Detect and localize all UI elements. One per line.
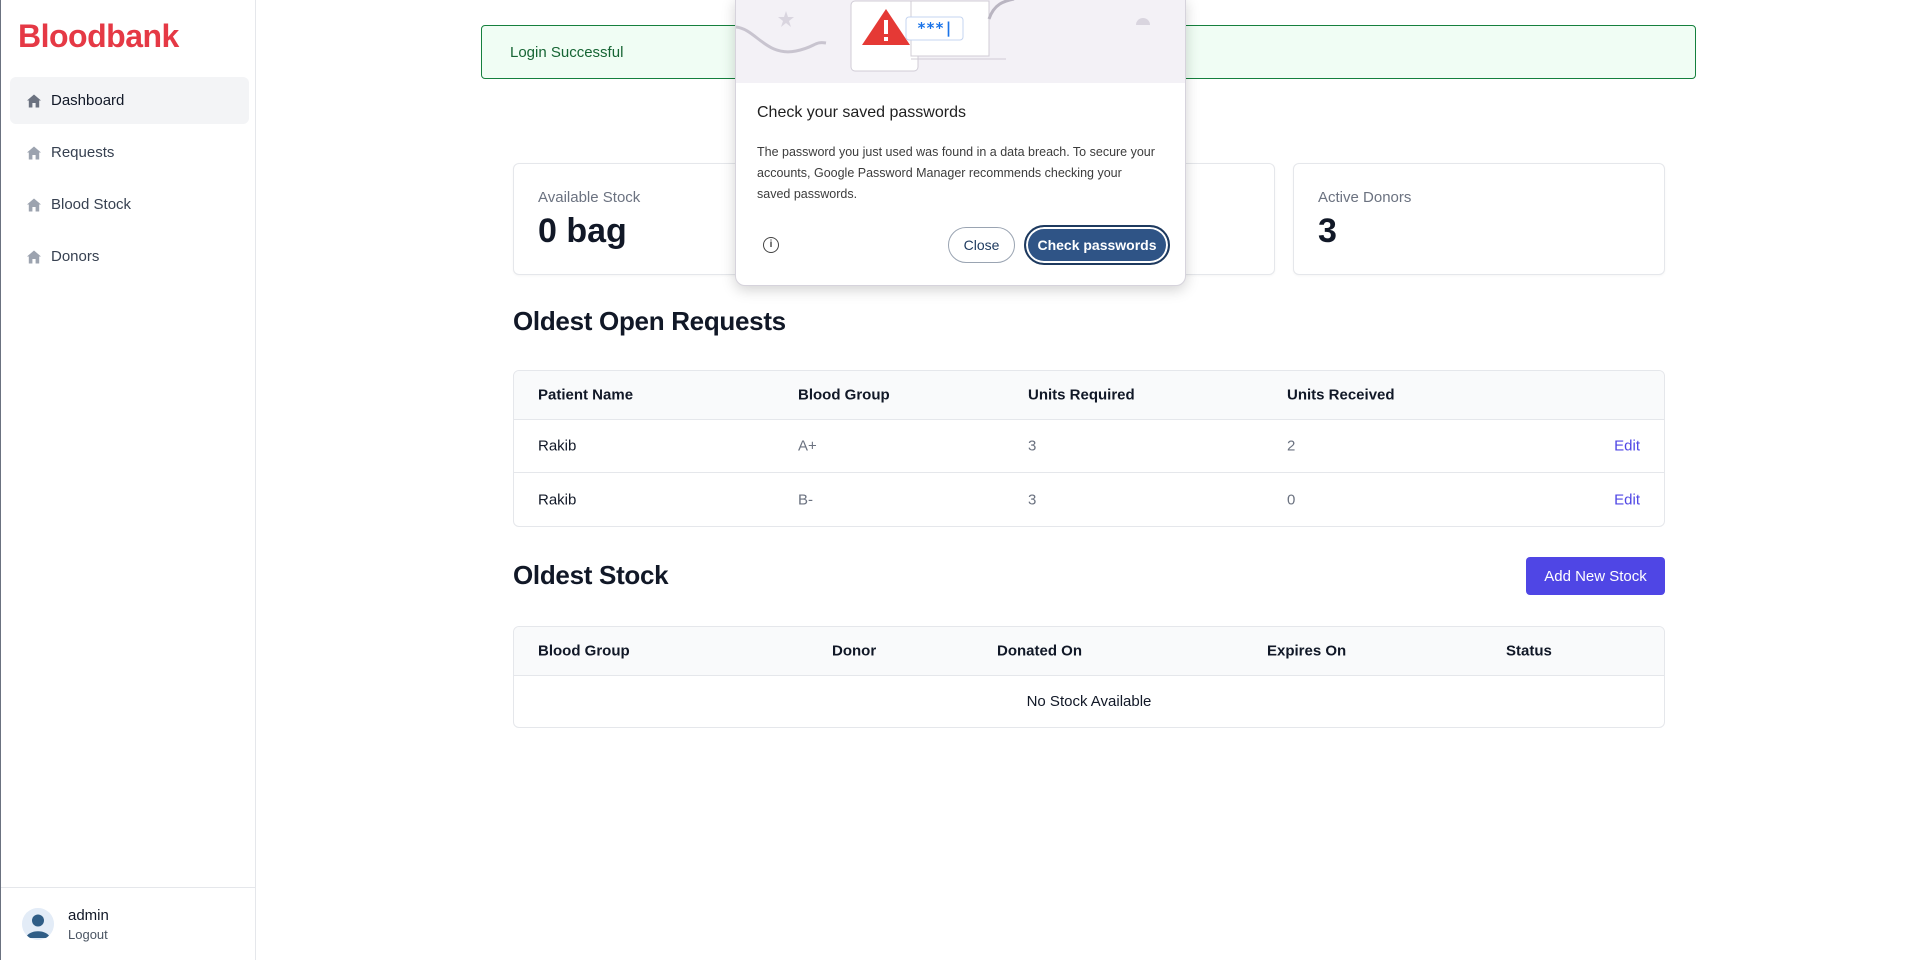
table-header: Blood Group Donor Donated On Expires On …: [514, 627, 1664, 676]
sidebar-nav: Dashboard Requests Blood Stock Donors: [10, 77, 249, 285]
column-header: Donated On: [997, 642, 1082, 660]
sidebar: Bloodbank Dashboard Requests Blood Stock…: [0, 0, 256, 960]
sidebar-item-blood-stock[interactable]: Blood Stock: [10, 181, 249, 228]
stat-card-active-donors: Active Donors 3: [1293, 163, 1665, 275]
column-header: Units Received: [1287, 386, 1395, 404]
units-required: 3: [1028, 437, 1037, 455]
popup-title: Check your saved passwords: [757, 104, 966, 121]
table-row: Rakib B- 3 0 Edit: [514, 473, 1664, 526]
check-passwords-button[interactable]: Check passwords: [1024, 225, 1170, 265]
patient-name: Rakib: [538, 437, 577, 455]
blood-group: B-: [798, 491, 813, 508]
breach-illustration: ***|: [736, 0, 1185, 83]
table-row: Rakib A+ 3 2 Edit: [514, 420, 1664, 473]
sidebar-item-label: Requests: [51, 144, 115, 161]
close-button[interactable]: Close: [948, 227, 1015, 263]
column-header: Blood Group: [538, 642, 630, 660]
empty-state-row: No Stock Available: [514, 676, 1664, 727]
open-requests-title: Oldest Open Requests: [513, 306, 786, 336]
sidebar-item-requests[interactable]: Requests: [10, 129, 249, 176]
column-header: Donor: [832, 642, 877, 660]
units-received: 2: [1287, 437, 1296, 455]
units-received: 0: [1287, 491, 1296, 508]
stat-label: Active Donors: [1318, 189, 1412, 206]
logout-link[interactable]: Logout: [68, 927, 109, 942]
user-profile: admin Logout: [1, 887, 256, 960]
sidebar-item-label: Blood Stock: [51, 196, 132, 213]
home-icon: [26, 197, 42, 213]
sidebar-item-label: Dashboard: [51, 92, 125, 109]
open-requests-table: Patient Name Blood Group Units Required …: [513, 370, 1665, 527]
popup-body: The password you just used was found in …: [757, 145, 1155, 201]
column-header: Blood Group: [798, 386, 890, 404]
empty-message: No Stock Available: [1026, 693, 1152, 710]
oldest-stock-table: Blood Group Donor Donated On Expires On …: [513, 626, 1665, 728]
patient-name: Rakib: [538, 491, 577, 508]
add-new-stock-button[interactable]: Add New Stock: [1526, 557, 1665, 595]
edit-link[interactable]: Edit: [1614, 491, 1640, 508]
home-icon: [26, 93, 42, 109]
sidebar-item-label: Donors: [51, 248, 100, 265]
user-avatar-icon[interactable]: [22, 908, 54, 940]
brand-logo[interactable]: Bloodbank: [18, 18, 179, 55]
edit-link[interactable]: Edit: [1614, 438, 1640, 455]
masked-password: ***|: [916, 19, 954, 37]
stat-value: 3: [1318, 212, 1337, 250]
alert-message: Login Successful: [510, 43, 624, 61]
home-icon: [26, 249, 42, 265]
column-header: Expires On: [1267, 642, 1347, 660]
column-header: Patient Name: [538, 386, 634, 404]
column-header: Units Required: [1028, 386, 1135, 404]
table-header: Patient Name Blood Group Units Required …: [514, 371, 1664, 420]
sidebar-item-dashboard[interactable]: Dashboard: [10, 77, 249, 124]
password-check-popup: ***| Check your saved passwords The pass…: [735, 0, 1186, 286]
home-icon: [26, 145, 42, 161]
info-icon[interactable]: i: [763, 237, 779, 253]
user-name: admin: [68, 906, 109, 924]
units-required: 3: [1028, 491, 1037, 508]
blood-group: A+: [798, 437, 817, 455]
sidebar-item-donors[interactable]: Donors: [10, 233, 249, 280]
column-header: Status: [1506, 642, 1552, 660]
oldest-stock-title: Oldest Stock: [513, 560, 669, 590]
